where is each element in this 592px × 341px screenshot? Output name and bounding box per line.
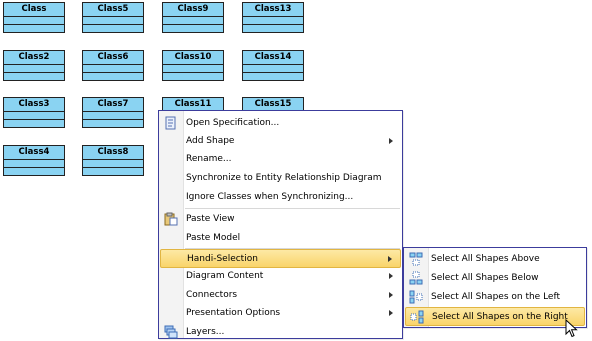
submenu-arrow-icon — [389, 292, 393, 298]
class-attributes-compartment — [4, 17, 64, 25]
menu-separator — [185, 208, 400, 209]
uml-class[interactable]: Class10 — [162, 50, 224, 81]
menu-item-label: Presentation Options — [186, 308, 281, 318]
menu-item-handi-selection[interactable]: Handi-Selection — [160, 249, 401, 268]
menu-item-label: Select All Shapes on the Right — [432, 312, 568, 322]
class-name: Class6 — [83, 51, 143, 65]
submenu-arrow-icon — [389, 273, 393, 279]
uml-class[interactable]: Class13 — [242, 2, 304, 33]
menu-item-label: Select All Shapes Above — [431, 254, 540, 264]
uml-class[interactable]: Class6 — [82, 50, 144, 81]
paste-icon — [164, 212, 178, 226]
menu-item-label: Rename... — [186, 154, 232, 164]
menu-item-label: Open Specification... — [186, 118, 280, 128]
uml-class[interactable]: Class4 — [3, 145, 65, 176]
uml-class[interactable]: Class3 — [3, 97, 65, 128]
uml-class[interactable]: Class2 — [3, 50, 65, 81]
menu-item-label: Handi-Selection — [187, 254, 258, 264]
menu-item-select-below[interactable]: Select All Shapes Below — [405, 269, 585, 287]
class-attributes-compartment — [163, 65, 223, 73]
class-attributes-compartment — [163, 17, 223, 25]
class-name: Class5 — [83, 3, 143, 17]
select-right-icon — [410, 310, 424, 324]
class-name: Class8 — [83, 146, 143, 160]
menu-item-label: Select All Shapes Below — [431, 273, 539, 283]
submenu-arrow-icon — [389, 138, 393, 144]
submenu-arrow-icon — [389, 310, 393, 316]
class-attributes-compartment — [83, 65, 143, 73]
class-attributes-compartment — [4, 160, 64, 168]
menu-item-label: Add Shape — [186, 136, 235, 146]
class-attributes-compartment — [83, 160, 143, 168]
menu-item-connectors[interactable]: Connectors — [160, 286, 401, 304]
menu-item-label: Diagram Content — [186, 271, 264, 281]
context-menu: Open Specification... Add Shape Rename..… — [158, 110, 403, 339]
menu-item-select-above[interactable]: Select All Shapes Above — [405, 250, 585, 268]
select-above-icon — [409, 252, 423, 266]
menu-item-label: Ignore Classes when Synchronizing... — [186, 192, 354, 202]
menu-item-paste-view[interactable]: Paste View — [160, 210, 401, 228]
menu-item-label: Paste View — [186, 214, 235, 224]
menu-item-label: Synchronize to Entity Relationship Diagr… — [186, 173, 382, 183]
uml-class[interactable]: Class8 — [82, 145, 144, 176]
class-name: Class13 — [243, 3, 303, 17]
class-attributes-compartment — [83, 112, 143, 120]
class-attributes-compartment — [4, 65, 64, 73]
menu-item-open-specification[interactable]: Open Specification... — [160, 114, 401, 132]
class-attributes-compartment — [243, 65, 303, 73]
class-name: Class9 — [163, 3, 223, 17]
menu-item-synchronize-erd[interactable]: Synchronize to Entity Relationship Diagr… — [160, 169, 401, 187]
specification-icon — [165, 116, 176, 130]
menu-item-select-left[interactable]: Select All Shapes on the Left — [405, 288, 585, 306]
menu-item-label: Select All Shapes on the Left — [431, 292, 561, 302]
class-attributes-compartment — [243, 17, 303, 25]
menu-item-rename[interactable]: Rename... — [160, 150, 401, 168]
uml-class[interactable]: Class — [3, 2, 65, 33]
class-name: Class4 — [4, 146, 64, 160]
menu-item-label: Connectors — [186, 290, 238, 300]
menu-item-add-shape[interactable]: Add Shape — [160, 132, 401, 150]
class-name: Class14 — [243, 51, 303, 65]
class-name: Class3 — [4, 98, 64, 112]
menu-item-paste-model[interactable]: Paste Model — [160, 229, 401, 247]
layers-icon — [164, 325, 178, 339]
select-below-icon — [409, 271, 423, 285]
menu-item-ignore-classes[interactable]: Ignore Classes when Synchronizing... — [160, 188, 401, 206]
select-left-icon — [409, 290, 423, 304]
uml-class[interactable]: Class5 — [82, 2, 144, 33]
uml-class[interactable]: Class9 — [162, 2, 224, 33]
menu-item-label: Layers... — [186, 327, 225, 337]
class-name: Class7 — [83, 98, 143, 112]
mouse-cursor-icon — [565, 319, 578, 338]
menu-item-layers[interactable]: Layers... — [160, 323, 401, 341]
class-name: Class — [4, 3, 64, 17]
handi-selection-submenu: Select All Shapes Above Select All Shape… — [403, 247, 587, 328]
class-attributes-compartment — [4, 112, 64, 120]
class-name: Class10 — [163, 51, 223, 65]
class-attributes-compartment — [83, 17, 143, 25]
menu-item-presentation-options[interactable]: Presentation Options — [160, 304, 401, 322]
menu-item-select-right[interactable]: Select All Shapes on the Right — [405, 307, 585, 326]
submenu-arrow-icon — [388, 256, 392, 262]
uml-class[interactable]: Class14 — [242, 50, 304, 81]
menu-item-label: Paste Model — [186, 233, 241, 243]
class-name: Class2 — [4, 51, 64, 65]
uml-class[interactable]: Class7 — [82, 97, 144, 128]
menu-item-diagram-content[interactable]: Diagram Content — [160, 267, 401, 285]
